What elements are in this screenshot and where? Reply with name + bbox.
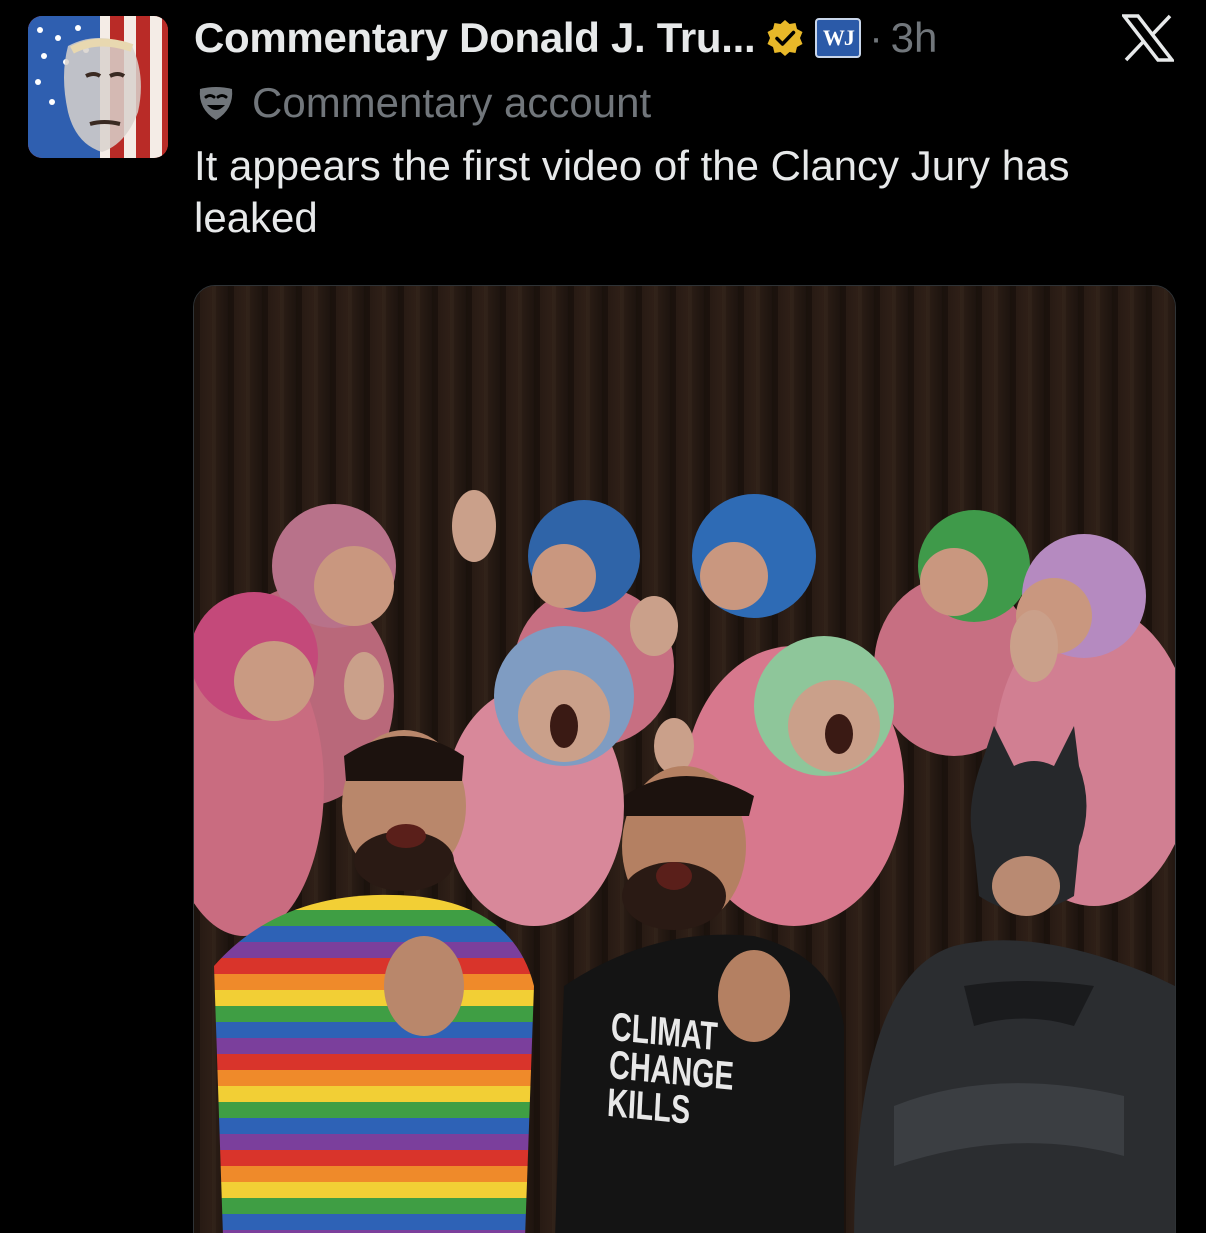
post: Commentary Donald J. Tru... WJ · 3h Comm… [0, 0, 1206, 1233]
post-text: It appears the first video of the Clancy… [194, 142, 1070, 241]
account-label[interactable]: Commentary account [196, 78, 651, 128]
account-label-text: Commentary account [252, 79, 652, 126]
avatar[interactable] [28, 16, 168, 158]
display-name[interactable]: Commentary Donald J. Tru... [194, 14, 756, 62]
parody-mask-icon [196, 83, 236, 123]
separator-dot: · [869, 15, 883, 60]
verified-badge-icon[interactable] [765, 18, 805, 58]
post-time[interactable]: 3h [891, 14, 938, 62]
post-header: Commentary Donald J. Tru... WJ · 3h [194, 10, 937, 66]
x-logo-icon[interactable] [1120, 14, 1176, 62]
affiliate-badge[interactable]: WJ [815, 18, 862, 58]
shirt-slogan: CLIMAT CHANGE KILLS [606, 1005, 735, 1133]
post-image[interactable]: CLIMAT CHANGE KILLS [193, 285, 1176, 1233]
